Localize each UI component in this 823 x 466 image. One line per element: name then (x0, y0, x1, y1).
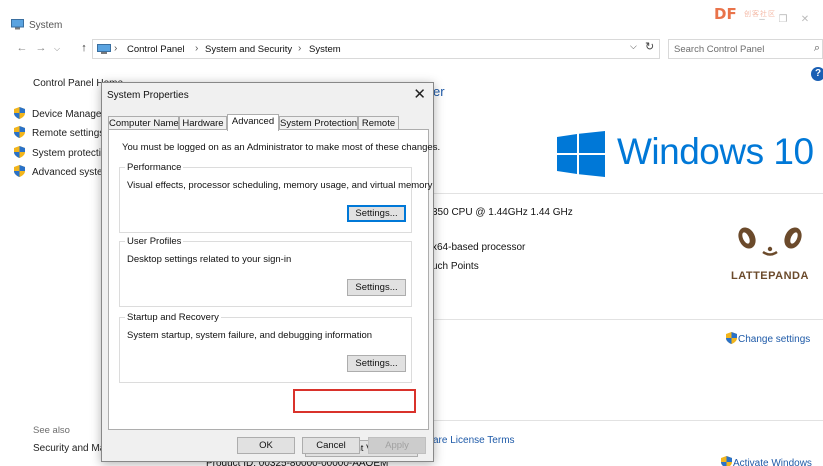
task-label: Remote settings (32, 128, 105, 139)
address-dropdown-chevron-icon[interactable]: ⌵ (630, 41, 637, 52)
task-system-protection[interactable]: System protection (14, 146, 112, 159)
shield-icon (14, 165, 25, 177)
user-profiles-group: User Profiles Desktop settings related t… (119, 236, 412, 307)
tab-computer-name[interactable]: Computer Name (108, 116, 179, 130)
close-icon[interactable]: ✕ (413, 85, 426, 103)
section-divider (432, 193, 823, 194)
group-legend: Performance (125, 162, 184, 173)
change-settings-label: Change settings (738, 334, 811, 345)
help-icon[interactable]: ? (811, 67, 823, 81)
refresh-icon[interactable]: ↻ (645, 40, 654, 53)
forward-arrow-icon[interactable]: → (34, 42, 48, 54)
shield-icon (721, 456, 732, 466)
task-remote-settings[interactable]: Remote settings (14, 126, 104, 139)
startup-recovery-settings-button[interactable]: Settings... (347, 355, 406, 372)
see-also-heading: See also (33, 425, 70, 436)
group-description: Visual effects, processor scheduling, me… (127, 180, 433, 191)
address-bar-row: ← → ⌵ ↑ › Control Panel › System and Sec… (0, 38, 823, 60)
cancel-button[interactable]: Cancel (302, 437, 360, 454)
admin-note: You must be logged on as an Administrato… (122, 142, 441, 153)
activate-windows-label: Activate Windows (733, 458, 812, 466)
chevron-right-icon: › (195, 43, 199, 54)
minimize-icon[interactable]: – (755, 14, 769, 26)
tab-system-protection[interactable]: System Protection (279, 116, 358, 130)
search-icon[interactable]: ⌕ (814, 42, 820, 55)
shield-icon (726, 332, 737, 344)
page-heading-fragment: er (433, 84, 445, 99)
highlight-box (293, 389, 416, 413)
computer-icon (97, 44, 111, 54)
system-type-value: x64-based processor (432, 242, 526, 253)
breadcrumb-system-and-security[interactable]: System and Security (205, 44, 292, 55)
shield-icon (14, 126, 25, 138)
pen-touch-value: uch Points (432, 261, 479, 272)
group-description: Desktop settings related to your sign-in (127, 254, 292, 265)
section-divider (432, 420, 823, 421)
dialog-title: System Properties (107, 90, 189, 101)
startup-recovery-group: Startup and Recovery System startup, sys… (119, 312, 412, 383)
window-titlebar: System (0, 14, 823, 36)
lattepanda-logo-icon (738, 227, 802, 256)
recent-chevron-down-icon[interactable]: ⌵ (50, 44, 64, 54)
group-description: System startup, system failure, and debu… (127, 330, 373, 341)
advanced-tab-panel: You must be logged on as an Administrato… (108, 129, 440, 457)
watermark-logo: DF (714, 5, 737, 23)
activate-windows-link[interactable]: Activate Windows (721, 456, 812, 466)
performance-settings-button[interactable]: Settings... (347, 205, 406, 222)
windows-edition-text: Windows 10 (617, 131, 814, 172)
windows-logo-icon (557, 131, 605, 177)
ok-button[interactable]: OK (237, 437, 295, 454)
up-arrow-icon[interactable]: ↑ (77, 42, 91, 54)
search-input[interactable] (674, 41, 804, 57)
chevron-right-icon: › (114, 43, 118, 54)
search-box[interactable]: ⌕ (668, 39, 823, 59)
license-terms-link[interactable]: are License Terms (433, 435, 515, 446)
change-settings-link[interactable]: Change settings (726, 332, 810, 345)
shield-icon (14, 107, 25, 119)
apply-button[interactable]: Apply (368, 437, 426, 454)
shield-icon (14, 146, 25, 158)
tab-hardware[interactable]: Hardware (179, 116, 227, 130)
oem-logo-text: LATTEPANDA (731, 270, 809, 282)
tab-advanced[interactable]: Advanced (227, 114, 279, 131)
processor-value: 350 CPU @ 1.44GHz 1.44 GHz (432, 207, 573, 218)
breadcrumb-control-panel[interactable]: Control Panel (127, 44, 185, 55)
task-label: Device Manager (32, 109, 105, 120)
task-device-manager[interactable]: Device Manager (14, 107, 105, 120)
window-close-icon[interactable]: ✕ (798, 14, 812, 26)
section-divider (432, 319, 823, 320)
performance-group: Performance Visual effects, processor sc… (119, 162, 432, 233)
chevron-right-icon: › (298, 43, 302, 54)
tab-remote[interactable]: Remote (358, 116, 399, 130)
group-legend: User Profiles (125, 236, 184, 247)
computer-icon (11, 19, 24, 30)
maximize-icon[interactable]: ❐ (776, 14, 790, 26)
address-box[interactable]: › Control Panel › System and Security › … (92, 39, 660, 59)
system-properties-dialog: System Properties ✕ Computer Name Hardwa… (101, 82, 440, 462)
user-profiles-settings-button[interactable]: Settings... (347, 279, 406, 296)
breadcrumb-system[interactable]: System (309, 44, 341, 55)
group-legend: Startup and Recovery (125, 312, 221, 323)
window-title: System (29, 20, 63, 31)
back-arrow-icon[interactable]: ← (15, 42, 29, 54)
